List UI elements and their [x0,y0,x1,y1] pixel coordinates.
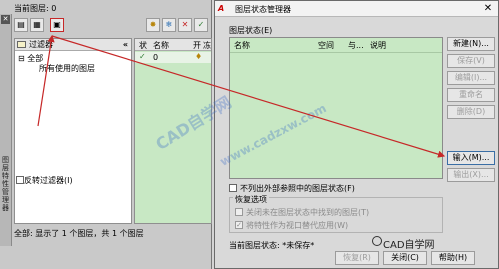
list-header-divider [230,52,442,53]
layer-states-icon[interactable]: ▣ [50,18,64,32]
filters-header-label: 过滤器 [29,40,53,49]
filter-icon [17,41,26,48]
group-filter-icon[interactable]: ▦ [30,18,44,32]
invert-filter-label: 反转过滤器(I) [24,176,73,185]
col-freeze[interactable]: 冻 [203,40,211,51]
palette-status-text: 全部: 显示了 1 个图层，共 1 个图层 [14,229,144,238]
set-current-icon[interactable]: ✓ [194,18,208,32]
col-on[interactable]: 开 [193,40,201,51]
collapse-icon[interactable]: « [123,39,128,50]
col-space[interactable]: 空间 [318,40,334,51]
restore-button[interactable]: 恢复(R) [335,251,379,265]
layer-grid-header: 状 名称 开 冻 [135,39,211,51]
no-xref-states-label: 不列出外部参照中的图层状态(F) [240,184,355,193]
no-xref-states-checkbox[interactable] [229,184,237,192]
export-button[interactable]: 输出(X)... [447,168,495,182]
new-filter-icon[interactable]: ▤ [14,18,28,32]
current-layer-label: 当前图层: 0 [14,4,57,13]
new-layer-frozen-icon[interactable]: ❄ [162,18,176,32]
turn-off-layers-label: 关闭未在图层状态中找到的图层(T) [246,208,370,217]
layer-states-list[interactable]: 名称 空间 与... 说明 [229,37,443,179]
viewport-override-label: 将特性作为视口替代应用(W) [246,221,349,230]
tree-item-used-label: 所有使用的图层 [39,64,95,73]
layer-states-label: 图层状态(E) [229,26,273,35]
restore-options-title: 恢复选项 [233,194,269,205]
app-logo-icon: A [218,4,225,13]
dialog-title: 图层状态管理器 [235,5,291,14]
close-button[interactable]: 关闭(C) [383,251,427,265]
filter-tree-pane: 过滤器 « ⊟ 全部 所有使用的图层 [14,38,132,224]
turn-off-layers-checkbox[interactable] [235,208,243,216]
col-name[interactable]: 名称 [234,40,250,51]
edit-button[interactable]: 编辑(I)... [447,71,495,85]
current-check-icon: ✓ [139,52,146,61]
dialog-titlebar: A 图层状态管理器 ✕ [215,1,498,17]
filter-tree-header: 过滤器 « [15,39,131,51]
layer-row[interactable]: ✓ 0 ♦ [135,52,211,63]
col-status[interactable]: 状 [139,40,147,51]
tree-item-all-label: 全部 [27,54,44,63]
viewport-override-checkbox[interactable]: ✓ [235,221,243,229]
dialog-close-icon[interactable]: ✕ [481,3,495,15]
bulb-icon[interactable]: ♦ [195,52,202,61]
new-layer-icon[interactable]: ✸ [146,18,160,32]
delete-layer-icon[interactable]: ✕ [178,18,192,32]
help-button[interactable]: 帮助(H) [431,251,475,265]
palette-side-tab[interactable]: ✕ 图层特性管理器 [0,14,12,246]
current-layer-state: 当前图层状态: *未保存* [229,241,315,250]
col-name[interactable]: 名称 [153,40,169,51]
palette-side-label: 图层特性管理器 [2,156,9,212]
col-same[interactable]: 与... [348,40,364,51]
brand-watermark: CAD自学网 [383,240,435,251]
import-button[interactable]: 输入(M)... [447,151,495,165]
delete-button[interactable]: 删除(D) [447,105,495,119]
new-button[interactable]: 新建(N)... [447,37,495,51]
tree-item-used-layers[interactable]: 所有使用的图层 [39,63,95,74]
palette-toolbar: ▤ ▦ ▣ ✸ ❄ ✕ ✓ [12,16,212,36]
save-button[interactable]: 保存(V) [447,54,495,68]
brand-logo-icon [372,236,382,246]
col-description[interactable]: 说明 [370,40,386,51]
palette-close-icon[interactable]: ✕ [1,15,10,24]
invert-filter-checkbox[interactable] [16,176,24,184]
rename-button[interactable]: 重命名 [447,88,495,102]
layer-row-name: 0 [153,53,159,62]
